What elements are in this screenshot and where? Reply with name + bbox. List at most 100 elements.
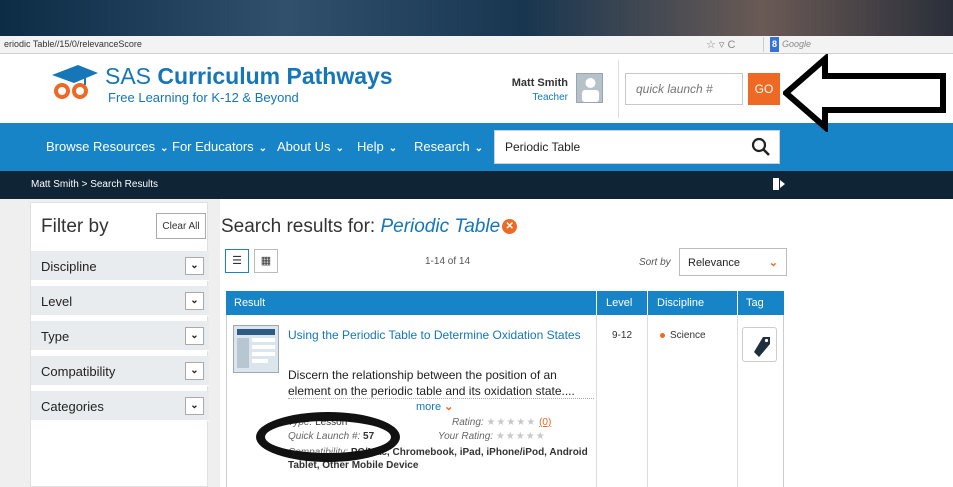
- bookmark-star-icon[interactable]: ☆ ▿ C: [706, 38, 735, 51]
- result-rating: Rating: ★★★★★ (0): [452, 417, 551, 428]
- breadcrumb-user[interactable]: Matt Smith: [31, 179, 79, 190]
- user-silhouette-icon: [582, 78, 599, 102]
- search-engine-label: Google: [782, 39, 812, 49]
- more-link[interactable]: more ⌄: [416, 400, 453, 413]
- nav-about-us[interactable]: About Us ⌄: [277, 139, 344, 154]
- nav-label: Help: [357, 139, 384, 154]
- quick-launch-input[interactable]: [625, 73, 743, 105]
- chevron-down-icon: ⌄: [160, 143, 169, 154]
- chevron-down-icon: ⌄: [258, 143, 268, 154]
- column-divider: [647, 315, 648, 487]
- chevron-down-icon: ⌄: [335, 143, 344, 154]
- filter-categories[interactable]: Categories ⌄: [31, 391, 209, 421]
- go-button[interactable]: GO: [748, 73, 780, 105]
- tag-button[interactable]: [742, 327, 777, 362]
- results-table-header: Result Level Discipline Tag: [226, 291, 784, 315]
- nav-label: Browse Resources: [46, 139, 156, 154]
- filter-type[interactable]: Type ⌄: [31, 321, 209, 351]
- rating-count-link[interactable]: (0): [539, 417, 551, 428]
- result-level: 9-12: [612, 330, 633, 341]
- filter-discipline[interactable]: Discipline ⌄: [31, 251, 209, 281]
- browser-background-strip: [0, 0, 953, 36]
- results-query: Periodic Table: [380, 216, 501, 237]
- chevron-down-icon[interactable]: ⌄: [185, 292, 204, 310]
- column-discipline: Discipline: [657, 297, 705, 309]
- chevron-down-icon: ⌄: [444, 401, 454, 413]
- lesson-preview-icon: [237, 329, 275, 368]
- star-rating-input-icon[interactable]: ★★★★★: [496, 431, 546, 442]
- nav-research[interactable]: Research ⌄: [414, 139, 483, 154]
- clear-all-button[interactable]: Clear All: [156, 213, 206, 239]
- sort-label: Sort by: [639, 257, 671, 268]
- site-search-box[interactable]: Periodic Table: [494, 130, 780, 164]
- breadcrumb-bar: Matt Smith > Search Results: [0, 171, 953, 199]
- user-name[interactable]: Matt Smith: [480, 77, 568, 89]
- filter-label: Type: [41, 329, 70, 344]
- browser-address-bar[interactable]: eriodic Table//15/0/relevanceScore ☆ ▿ C…: [0, 36, 953, 54]
- discipline-bullet-icon: [660, 333, 665, 338]
- chevron-down-icon[interactable]: ⌄: [185, 397, 204, 415]
- search-input[interactable]: Periodic Table: [505, 140, 580, 154]
- graduation-cap-logo-icon[interactable]: [44, 61, 98, 101]
- breadcrumb-separator: >: [81, 179, 88, 190]
- search-icon[interactable]: [751, 137, 771, 157]
- result-description: Discern the relationship between the pos…: [288, 368, 575, 398]
- list-icon: ☰: [232, 255, 242, 267]
- chevron-down-icon: ⌄: [388, 143, 398, 154]
- filter-label: Categories: [41, 399, 104, 414]
- nav-for-educators[interactable]: For Educators ⌄: [172, 139, 267, 154]
- browser-search-field[interactable]: 8 Google: [763, 37, 953, 52]
- filter-label: Level: [41, 294, 73, 309]
- logo-brand: SAS: [105, 63, 152, 89]
- results-heading-prefix: Search results for:: [221, 216, 376, 237]
- logo-product: Curriculum Pathways: [157, 63, 393, 89]
- chevron-down-icon: ⌄: [768, 257, 778, 269]
- nav-help[interactable]: Help ⌄: [357, 139, 397, 154]
- tag-icon: [754, 337, 770, 357]
- search-engine-icon: 8: [770, 37, 780, 52]
- logo-tagline: Free Learning for K-12 & Beyond: [108, 90, 299, 105]
- logout-icon[interactable]: [772, 177, 786, 191]
- logo-title[interactable]: SAS Curriculum Pathways: [105, 63, 393, 90]
- nav-label: For Educators: [172, 139, 254, 154]
- header-divider: [737, 291, 738, 315]
- annotation-arrow-icon: [783, 54, 946, 132]
- header-divider: [596, 291, 597, 315]
- results-count: 1-14 of 14: [425, 256, 471, 267]
- sort-value: Relevance: [688, 257, 740, 269]
- column-divider: [737, 315, 738, 487]
- result-thumbnail[interactable]: [233, 325, 279, 373]
- filter-panel: Filter by Clear All Discipline ⌄ Level ⌄ T…: [30, 202, 209, 487]
- clear-query-icon[interactable]: ✕: [502, 219, 518, 235]
- rating-label: Rating:: [452, 417, 484, 428]
- header-divider: [618, 60, 619, 118]
- chevron-down-icon[interactable]: ⌄: [185, 327, 204, 345]
- result-your-rating: Your Rating: ★★★★★: [438, 431, 546, 442]
- column-result: Result: [234, 297, 266, 309]
- your-rating-label: Your Rating:: [438, 431, 494, 442]
- chevron-down-icon[interactable]: ⌄: [185, 257, 204, 275]
- address-url[interactable]: eriodic Table//15/0/relevanceScore: [4, 39, 142, 49]
- breadcrumb-current: Search Results: [90, 179, 159, 190]
- result-discipline: Science: [670, 330, 706, 341]
- result-divider: [288, 398, 594, 399]
- annotation-oval: [256, 412, 400, 462]
- filter-compatibility[interactable]: Compatibility ⌄: [31, 356, 209, 386]
- grid-view-button[interactable]: ▦: [254, 249, 278, 273]
- list-view-button[interactable]: ☰: [225, 249, 249, 273]
- grid-icon: ▦: [260, 255, 272, 267]
- filter-label: Compatibility: [41, 364, 116, 379]
- nav-label: About Us: [277, 139, 331, 154]
- result-title-link[interactable]: Using the Periodic Table to Determine Ox…: [288, 328, 588, 343]
- filter-label: Discipline: [41, 259, 97, 274]
- sort-select[interactable]: Relevance ⌄: [679, 248, 787, 276]
- filter-level[interactable]: Level ⌄: [31, 286, 209, 316]
- nav-browse-resources[interactable]: Browse Resources ⌄: [46, 139, 169, 154]
- chevron-down-icon[interactable]: ⌄: [185, 362, 204, 380]
- user-role[interactable]: Teacher: [480, 92, 568, 103]
- avatar[interactable]: [576, 73, 603, 103]
- star-rating-icon: ★★★★★: [486, 417, 537, 428]
- header-divider: [647, 291, 648, 315]
- more-label: more: [416, 401, 442, 413]
- column-tag: Tag: [746, 297, 764, 309]
